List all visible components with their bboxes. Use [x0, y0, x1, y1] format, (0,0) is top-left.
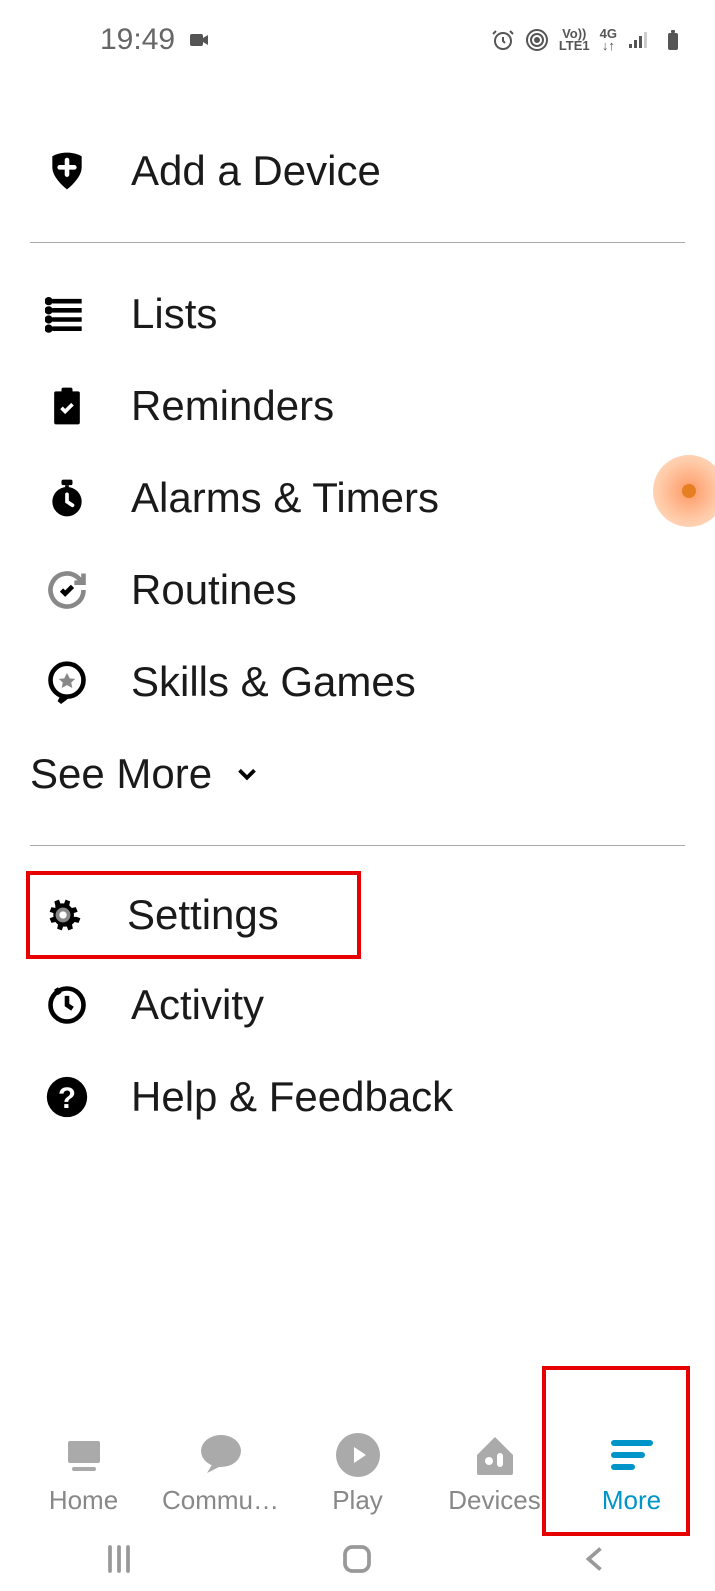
- star-bubble-icon: [45, 660, 89, 704]
- alarm-clock-icon: [491, 28, 515, 52]
- routines-item[interactable]: Routines: [30, 544, 685, 636]
- skills-games-label: Skills & Games: [131, 658, 416, 706]
- nav-devices[interactable]: Devices: [426, 1431, 563, 1516]
- status-left: 19:49: [100, 23, 211, 57]
- help-icon: ?: [45, 1075, 89, 1119]
- clipboard-check-icon: [45, 384, 89, 428]
- bottom-navigation: Home Commu… Play Devices More: [0, 1431, 715, 1531]
- home-button[interactable]: [339, 1541, 375, 1582]
- main-content: Add a Device Lists Reminders Alarms & Ti…: [0, 60, 715, 1143]
- video-camera-icon: [187, 28, 211, 52]
- status-bar: 19:49 Vo))LTE1 4G↓↑: [0, 0, 715, 60]
- add-device-item[interactable]: Add a Device: [30, 125, 685, 217]
- screen-recorder-indicator-icon[interactable]: [653, 455, 715, 527]
- list-icon: [45, 292, 89, 336]
- home-icon: [60, 1431, 108, 1479]
- battery-icon: [661, 28, 685, 52]
- 4g-indicator-icon: 4G↓↑: [600, 28, 617, 52]
- svg-text:?: ?: [58, 1082, 76, 1115]
- lists-item[interactable]: Lists: [30, 268, 685, 360]
- nav-more[interactable]: More: [563, 1431, 700, 1516]
- chevron-down-icon: [232, 759, 262, 789]
- alarms-timers-label: Alarms & Timers: [131, 474, 439, 522]
- nav-play-label: Play: [332, 1485, 383, 1516]
- settings-label: Settings: [127, 891, 279, 939]
- help-feedback-item[interactable]: ? Help & Feedback: [30, 1051, 685, 1143]
- volte-indicator-icon: Vo))LTE1: [559, 28, 590, 52]
- nav-communicate-label: Commu…: [162, 1485, 279, 1516]
- play-icon: [334, 1431, 382, 1479]
- add-device-label: Add a Device: [131, 147, 381, 195]
- divider: [30, 845, 685, 846]
- lists-label: Lists: [131, 290, 217, 338]
- nav-more-label: More: [602, 1485, 661, 1516]
- divider: [30, 242, 685, 243]
- activity-item[interactable]: Activity: [30, 959, 685, 1051]
- more-menu-icon: [608, 1431, 656, 1479]
- back-button[interactable]: [578, 1541, 614, 1582]
- activity-label: Activity: [131, 981, 264, 1029]
- signal-icon: [627, 28, 651, 52]
- see-more-label: See More: [30, 750, 212, 798]
- alarms-timers-item[interactable]: Alarms & Timers: [30, 452, 685, 544]
- chat-bubble-icon: [197, 1431, 245, 1479]
- nav-home[interactable]: Home: [15, 1431, 152, 1516]
- status-right: Vo))LTE1 4G↓↑: [491, 28, 685, 52]
- nav-play[interactable]: Play: [289, 1431, 426, 1516]
- skills-games-item[interactable]: Skills & Games: [30, 636, 685, 728]
- devices-icon: [471, 1431, 519, 1479]
- status-time: 19:49: [100, 23, 175, 57]
- plus-shield-icon: [45, 149, 89, 193]
- nav-communicate[interactable]: Commu…: [152, 1431, 289, 1516]
- gear-icon: [41, 893, 85, 937]
- alarm-icon: [45, 476, 89, 520]
- system-navigation: [0, 1531, 715, 1591]
- recents-button[interactable]: [101, 1541, 137, 1582]
- see-more-item[interactable]: See More: [30, 728, 685, 820]
- nav-devices-label: Devices: [448, 1485, 540, 1516]
- activity-icon: [45, 983, 89, 1027]
- reminders-label: Reminders: [131, 382, 334, 430]
- reminders-item[interactable]: Reminders: [30, 360, 685, 452]
- routines-icon: [45, 568, 89, 612]
- settings-item[interactable]: Settings: [26, 871, 361, 959]
- routines-label: Routines: [131, 566, 297, 614]
- help-feedback-label: Help & Feedback: [131, 1073, 453, 1121]
- nav-home-label: Home: [49, 1485, 118, 1516]
- hotspot-icon: [525, 28, 549, 52]
